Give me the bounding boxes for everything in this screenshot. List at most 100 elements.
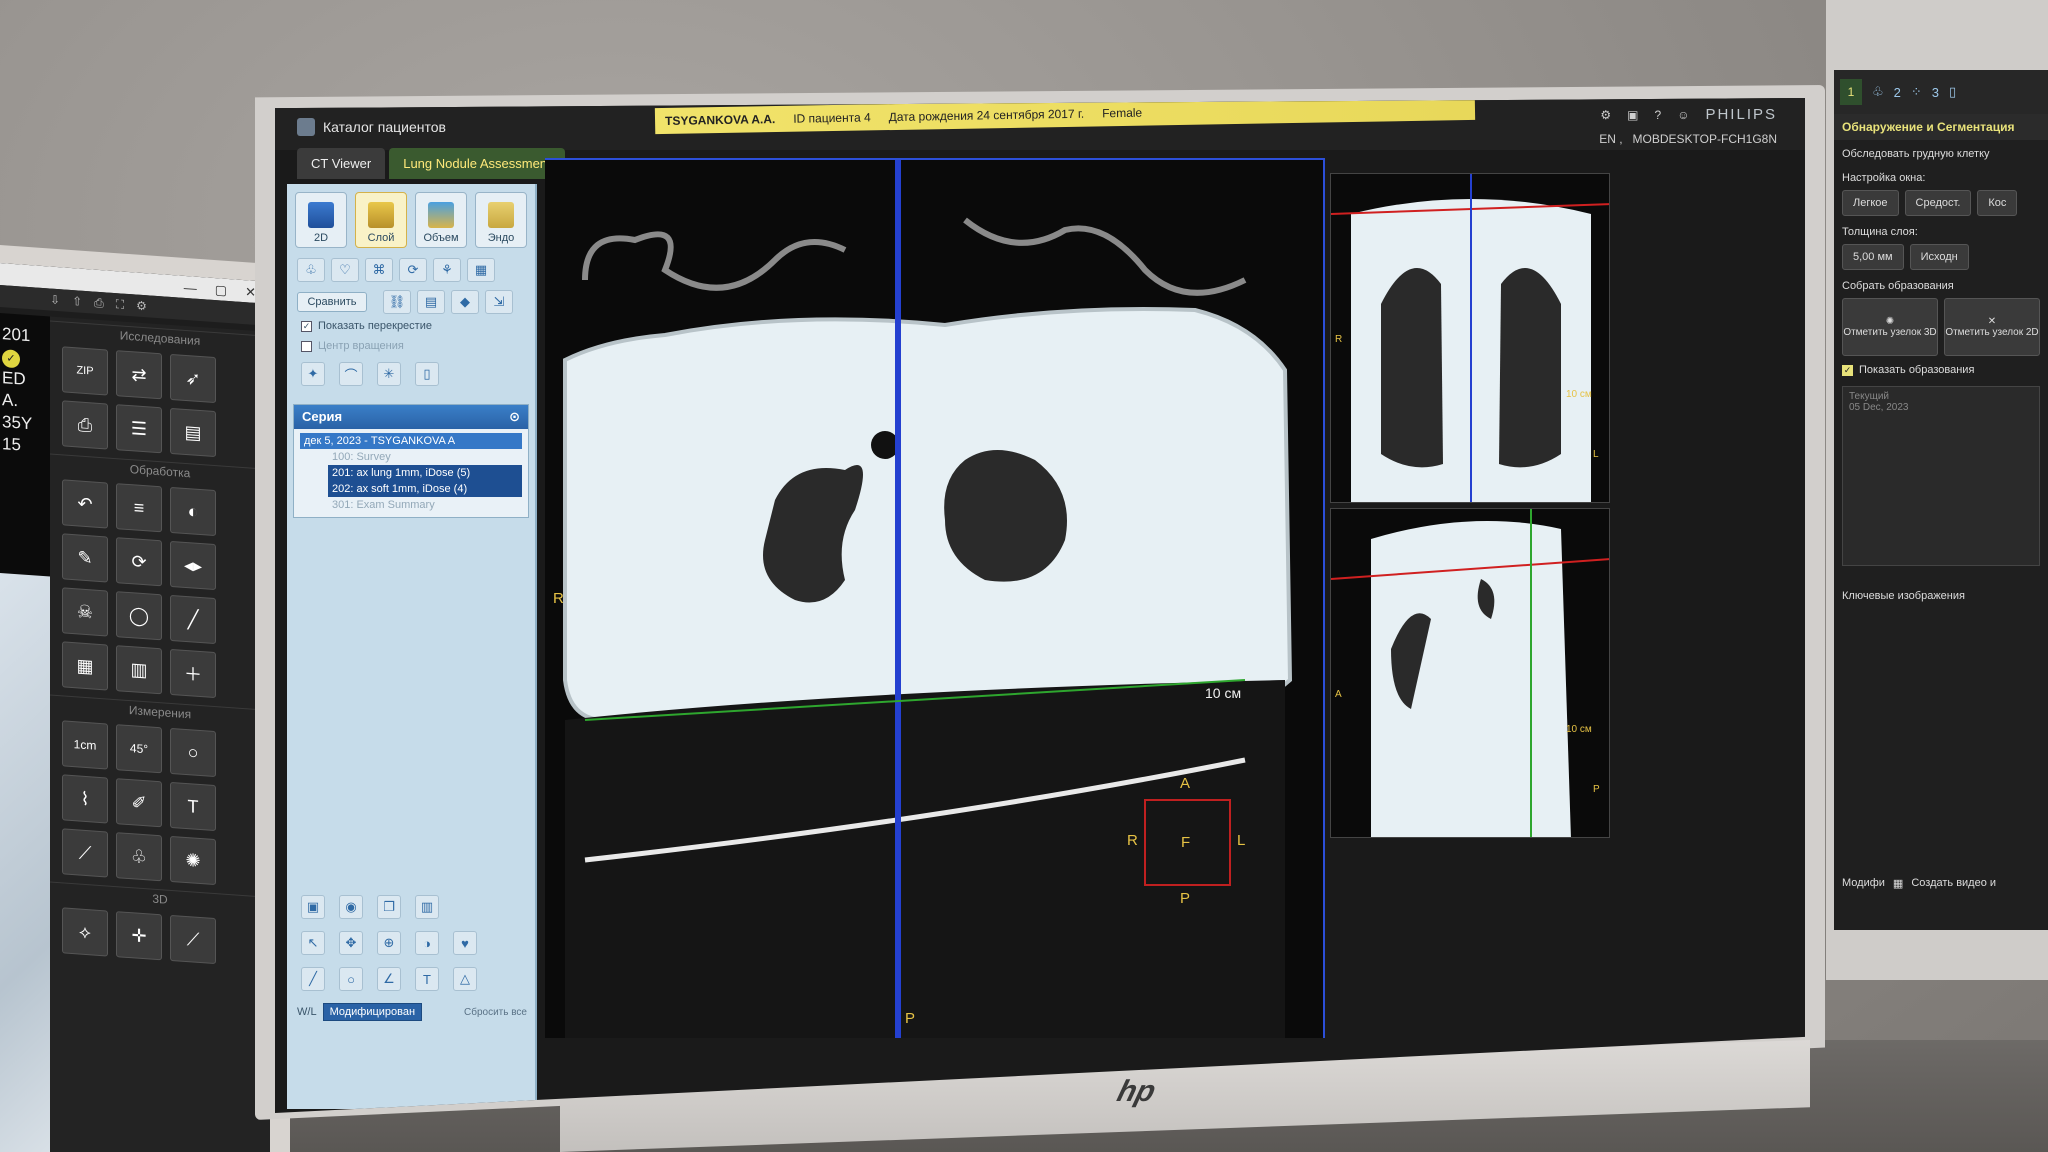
cone-icon[interactable]: △ [453, 967, 477, 991]
window-lung-button[interactable]: Легкое [1842, 190, 1899, 216]
series-item[interactable]: 100: Survey [328, 449, 522, 465]
heart-icon[interactable]: ♡ [331, 258, 359, 282]
mode-endo-button[interactable]: Эндо [475, 192, 527, 248]
snowflake-icon[interactable]: ✳ [377, 362, 401, 386]
patient-catalog-link[interactable]: Каталог пациентов [297, 118, 446, 136]
film-icon[interactable]: ▥ [116, 645, 162, 695]
mode-volume-button[interactable]: Объем [415, 192, 467, 248]
vessel-icon[interactable]: ⌘ [365, 258, 393, 282]
lasso-icon[interactable]: ⌒ [339, 362, 363, 386]
angle-button[interactable]: 45° [116, 724, 162, 774]
series-item[interactable]: 301: Exam Summary [328, 497, 522, 513]
window-bone-button[interactable]: Кос [1977, 190, 2018, 216]
user-icon[interactable]: ☺ [1677, 108, 1689, 122]
collapse-icon[interactable]: ⊙ [509, 409, 520, 425]
export-icon[interactable]: ⇄ [116, 350, 162, 400]
close-button[interactable]: ✕ [245, 284, 256, 300]
crosshair-icon[interactable]: ✛ [116, 911, 162, 961]
series-item[interactable]: 201: ax lung 1mm, iDose (5) [328, 465, 522, 481]
circle-roi-icon[interactable]: ○ [170, 727, 216, 778]
mark-nodule-3d-button[interactable]: ✺ Отметить узелок 3D [1842, 298, 1938, 356]
grid-icon[interactable]: ▦ [467, 258, 495, 282]
ellipse-icon[interactable]: ○ [339, 967, 363, 991]
clipboard-icon[interactable]: ▣ [1627, 108, 1638, 122]
edit-icon[interactable]: ✎ [62, 533, 108, 583]
rotate-3d-icon[interactable]: ⟳ [399, 258, 427, 282]
ellipse-icon[interactable]: ◯ [116, 591, 162, 641]
print-icon[interactable]: ⎙ [94, 296, 104, 311]
report-icon[interactable]: ▯ [1949, 84, 1956, 100]
pen-icon[interactable]: ✐ [116, 778, 162, 828]
compare-button[interactable]: Сравнить [297, 292, 367, 312]
lungs-icon[interactable]: ♧ [297, 258, 325, 282]
save-icon[interactable]: ▣ [301, 895, 325, 919]
help-icon[interactable]: ? [1655, 108, 1662, 122]
thickness-select[interactable]: 5,00 мм [1842, 244, 1904, 270]
wl-preset-select[interactable]: Модифицирован [322, 1003, 423, 1021]
settings-icon[interactable]: ⚙ [1600, 108, 1611, 122]
gradient-icon[interactable]: ▦ [62, 641, 108, 691]
upload-icon[interactable]: ⇧ [72, 294, 82, 309]
marker-icon[interactable]: ✦ [301, 362, 325, 386]
bone-icon[interactable]: ⟡ [62, 907, 108, 957]
nodes-icon[interactable]: ⁘ [1911, 84, 1922, 100]
knife-icon[interactable]: ⟋ [170, 914, 216, 965]
thickness-mode-select[interactable]: Исходн [1909, 244, 1969, 270]
scalpel-icon[interactable]: ⟋ [62, 828, 108, 878]
pan-icon[interactable]: ✥ [339, 931, 363, 955]
axial-viewport[interactable]: R P 10 см A P R L F [545, 158, 1325, 1038]
export-icon[interactable]: ⇲ [485, 290, 513, 314]
text-annotation-icon[interactable]: T [415, 967, 439, 991]
stack-icon[interactable]: ≡ [116, 483, 162, 533]
link-icon[interactable]: ⛓ [383, 290, 411, 314]
sagittal-viewport[interactable]: A 10 см P [1330, 508, 1610, 838]
add-icon[interactable]: ＋ [170, 648, 216, 699]
mark-nodule-2d-button[interactable]: ✕ Отметить узелок 2D [1944, 298, 2040, 356]
line-icon[interactable]: ╱ [170, 594, 216, 645]
copy-icon[interactable]: ❐ [377, 895, 401, 919]
virus-icon[interactable]: ✺ [170, 835, 216, 886]
minimize-button[interactable]: — [184, 280, 197, 296]
mode-slab-button[interactable]: Слой [355, 192, 407, 248]
angle-icon[interactable]: ∠ [377, 967, 401, 991]
show-crosshair-checkbox[interactable]: ✓ [301, 320, 312, 332]
window-mediastinum-button[interactable]: Средост. [1904, 190, 1972, 216]
current-study-box[interactable]: Текущий 05 Dec, 2023 [1842, 386, 2040, 566]
create-video-button[interactable]: Создать видео и [1911, 877, 1996, 890]
show-lesions-option[interactable]: ✓ Показать образования [1834, 358, 2048, 382]
text-button[interactable]: T [170, 781, 216, 832]
save-disk-icon[interactable]: ▤ [170, 407, 216, 458]
maximize-button[interactable]: ▢ [215, 282, 227, 298]
download-icon[interactable]: ⇩ [50, 292, 60, 307]
book-icon[interactable]: ▥ [415, 895, 439, 919]
pointer-icon[interactable]: ↖ [301, 931, 325, 955]
tab-ct-viewer[interactable]: CT Viewer [297, 148, 386, 179]
study-item[interactable]: дек 5, 2023 - TSYGANKOVA A [300, 433, 522, 449]
lungs-icon[interactable]: ♧ [116, 832, 162, 882]
undo-icon[interactable]: ↶ [62, 479, 108, 529]
mode-2d-button[interactable]: 2D [295, 192, 347, 248]
polyline-icon[interactable]: ⌇ [62, 774, 108, 824]
step-3[interactable]: 3 [1932, 85, 1939, 100]
step-2[interactable]: 2 [1894, 85, 1901, 100]
series-item[interactable]: 202: ax soft 1mm, iDose (4) [328, 481, 522, 497]
cube-icon[interactable]: ◆ [451, 290, 479, 314]
series-header[interactable]: Серия ⊙ [294, 405, 528, 429]
step-1[interactable]: 1 [1840, 79, 1862, 105]
layout-icon[interactable]: ▤ [417, 290, 445, 314]
window-level-icon[interactable]: ◑ [415, 931, 439, 955]
camera-icon[interactable]: ◉ [339, 895, 363, 919]
ruler-icon[interactable]: ╱ [301, 967, 325, 991]
show-lesions-checkbox[interactable]: ✓ [1842, 364, 1853, 376]
document-icon[interactable]: ▯ [415, 362, 439, 386]
modify-button[interactable]: Модифи [1842, 877, 1885, 890]
show-crosshair-option[interactable]: ✓ Показать перекрестие [287, 316, 535, 336]
fullscreen-icon[interactable]: ⛶ [116, 297, 124, 312]
language-label[interactable]: EN [1599, 132, 1616, 146]
tab-lung-nodule-assessment[interactable]: Lung Nodule Assessment [389, 148, 565, 179]
ruler-button[interactable]: 1cm [62, 720, 108, 770]
reset-all-link[interactable]: Сбросить все [464, 1007, 527, 1018]
segment-icon[interactable]: ⚘ [433, 258, 461, 282]
rotation-center-option[interactable]: Центр вращения [287, 336, 535, 356]
flip-icon[interactable]: ◂▸ [170, 540, 216, 591]
